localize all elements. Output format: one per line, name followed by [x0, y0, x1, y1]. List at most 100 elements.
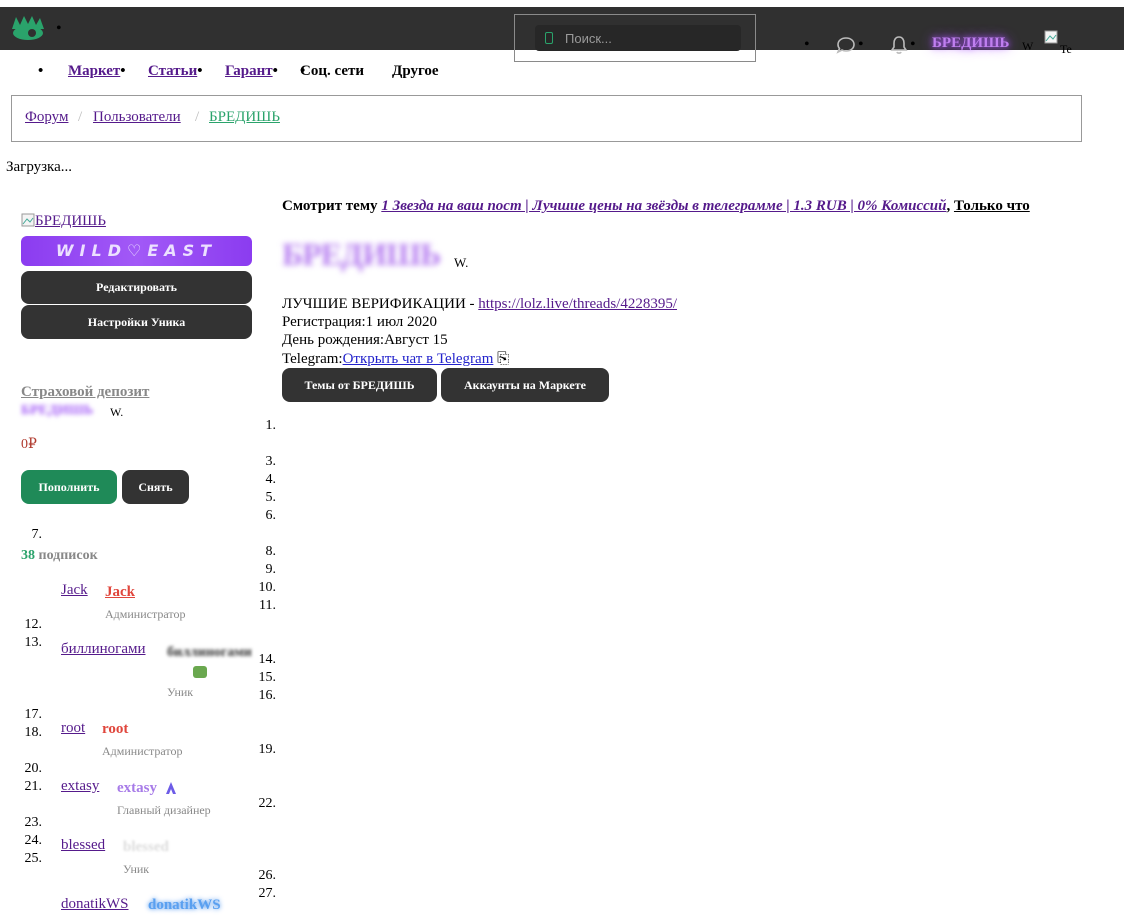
- registration-value: 1 июл 2020: [365, 314, 438, 330]
- sub-name-jack[interactable]: Jack: [105, 584, 135, 601]
- list-number: 8.: [265, 544, 277, 559]
- header-avatar[interactable]: Te: [1044, 30, 1072, 56]
- list-number: 12.: [24, 617, 43, 632]
- telegram-link[interactable]: Открыть чат в Telegram: [343, 351, 494, 367]
- header-username[interactable]: БРЕДИШЬ: [932, 35, 1009, 52]
- deposit-username: БРЕДИШЬ: [21, 403, 94, 418]
- sub-role-jack: Администратор: [105, 607, 186, 621]
- profile-avatar[interactable]: БРЕДИШЬ: [21, 213, 106, 230]
- breadcrumb-current-user[interactable]: БРЕДИШЬ: [209, 109, 280, 125]
- withdraw-button[interactable]: Снять: [122, 470, 189, 504]
- list-number: 19.: [258, 742, 277, 757]
- search-icon: [545, 32, 553, 44]
- list-number: 3.: [265, 454, 277, 469]
- sub-link-extasy[interactable]: extasy: [61, 778, 99, 795]
- nav-item-guarantor[interactable]: Гарант•: [225, 63, 278, 80]
- sub-link-donatikws[interactable]: donatikWS: [61, 896, 129, 913]
- list-number: 4.: [265, 472, 277, 487]
- breadcrumb-forum[interactable]: Форум: [25, 109, 68, 125]
- subscriptions-count[interactable]: 38 подписок: [21, 548, 98, 564]
- header-avatar-alt: Te: [1060, 42, 1072, 56]
- profile-registration: Регистрация:1 июл 2020: [282, 314, 437, 331]
- telegram-label: Telegram:: [282, 351, 343, 367]
- watching-thread-link[interactable]: 1 Звезда на ваш пост | Лучшие цены на зв…: [381, 198, 946, 214]
- edit-button[interactable]: Редактировать: [21, 271, 252, 304]
- list-number: 27.: [258, 886, 277, 901]
- search-field[interactable]: [535, 25, 741, 51]
- search-wrapper: [514, 14, 756, 62]
- birthday-value: Август 15: [384, 332, 448, 348]
- unik-settings-button[interactable]: Настройки Уника: [21, 305, 252, 339]
- list-number: 1.: [265, 418, 277, 433]
- sub-name-donatikws[interactable]: donatikWS: [148, 897, 221, 914]
- sub-name-billinogami[interactable]: биллиногами: [167, 643, 252, 662]
- list-number: 26.: [258, 868, 277, 883]
- deposit-button[interactable]: Пополнить: [21, 470, 117, 504]
- broken-image-icon: [1044, 30, 1058, 44]
- frog-icon: [193, 666, 207, 678]
- list-number: 9.: [265, 562, 277, 577]
- watching-label: Смотрит тему: [282, 198, 378, 214]
- deposit-balance: 0₽: [21, 437, 37, 452]
- designer-icon: [166, 782, 176, 794]
- list-number: 20.: [24, 761, 43, 776]
- list-number: 14.: [258, 652, 277, 667]
- profile-username: БРЕДИШЬ: [282, 236, 441, 272]
- nav-item-articles[interactable]: Статьи•: [148, 63, 203, 80]
- nav-item-market[interactable]: Маркет•: [68, 63, 126, 80]
- list-number: 22.: [258, 796, 277, 811]
- sub-role-root: Администратор: [102, 744, 183, 758]
- nav-bullet: •: [910, 36, 916, 53]
- breadcrumb: Форум / Пользователи / БРЕДИШЬ: [11, 95, 1082, 142]
- watching-comma: ,: [946, 198, 951, 214]
- sub-name-root[interactable]: root: [102, 721, 128, 738]
- breadcrumb-users[interactable]: Пользователи: [93, 109, 181, 125]
- profile-birthday: День рождения:Август 15: [282, 332, 448, 349]
- list-number: 15.: [258, 670, 277, 685]
- list-number: 23.: [24, 815, 43, 830]
- logo-icon[interactable]: [10, 15, 46, 43]
- sub-link-billinogami[interactable]: биллиногами: [61, 641, 146, 658]
- broken-image-icon: [21, 213, 35, 227]
- profile-telegram: Telegram:Открыть чат в Telegram ⎘: [282, 350, 509, 368]
- list-number: 11.: [259, 598, 276, 613]
- status-text: ЛУЧШИЕ ВЕРИФИКАЦИИ -: [282, 296, 475, 312]
- sub-name-blessed[interactable]: blessed: [123, 839, 169, 856]
- profile-username-suffix: W.: [454, 255, 469, 270]
- sub-role-extasy: Главный дизайнер: [117, 803, 211, 817]
- list-number: 18.: [24, 725, 43, 740]
- search-input[interactable]: [565, 29, 735, 47]
- list-number: 13.: [24, 635, 43, 650]
- list-number: 5.: [265, 490, 277, 505]
- status-link[interactable]: https://lolz.live/threads/4228395/: [478, 296, 677, 312]
- sub-name-extasy[interactable]: extasy: [117, 780, 157, 797]
- nav-bullet: •: [56, 20, 62, 37]
- sub-link-root[interactable]: root: [61, 720, 85, 737]
- birthday-label: День рождения:: [282, 332, 385, 348]
- copy-icon[interactable]: ⎘: [497, 351, 509, 367]
- loading-text: Загрузка...: [6, 159, 73, 175]
- list-number: 10.: [258, 580, 277, 595]
- sub-link-jack[interactable]: Jack: [61, 582, 88, 599]
- sub-role-billinogami: Уник: [167, 685, 194, 699]
- subscriptions-number: 38: [21, 548, 35, 563]
- market-accounts-button[interactable]: Аккаунты на Маркете: [441, 368, 609, 402]
- header-username-suffix: W: [1022, 39, 1034, 53]
- profile-avatar-alt: БРЕДИШЬ: [35, 213, 106, 229]
- deposit-title[interactable]: Страховой депозит: [21, 384, 149, 401]
- list-number: 16.: [258, 688, 277, 703]
- user-topics-button[interactable]: Темы от БРЕДИШЬ: [282, 368, 437, 402]
- profile-status: ЛУЧШИЕ ВЕРИФИКАЦИИ - https://lolz.live/t…: [282, 296, 677, 313]
- breadcrumb-separator: /: [78, 109, 83, 125]
- bell-icon[interactable]: [890, 35, 908, 55]
- list-number: 21.: [24, 779, 43, 794]
- nav-item-social[interactable]: Соц. сети •: [300, 63, 364, 80]
- chat-icon[interactable]: [836, 36, 856, 54]
- sub-role-blessed: Уник: [123, 862, 150, 876]
- sub-link-blessed[interactable]: blessed: [61, 837, 105, 854]
- nav-bullet: •: [804, 36, 810, 53]
- deposit-suffix: W.: [110, 405, 124, 419]
- list-number: 25.: [24, 851, 43, 866]
- list-number: 24.: [24, 833, 43, 848]
- nav-item-other[interactable]: Другое: [392, 63, 439, 80]
